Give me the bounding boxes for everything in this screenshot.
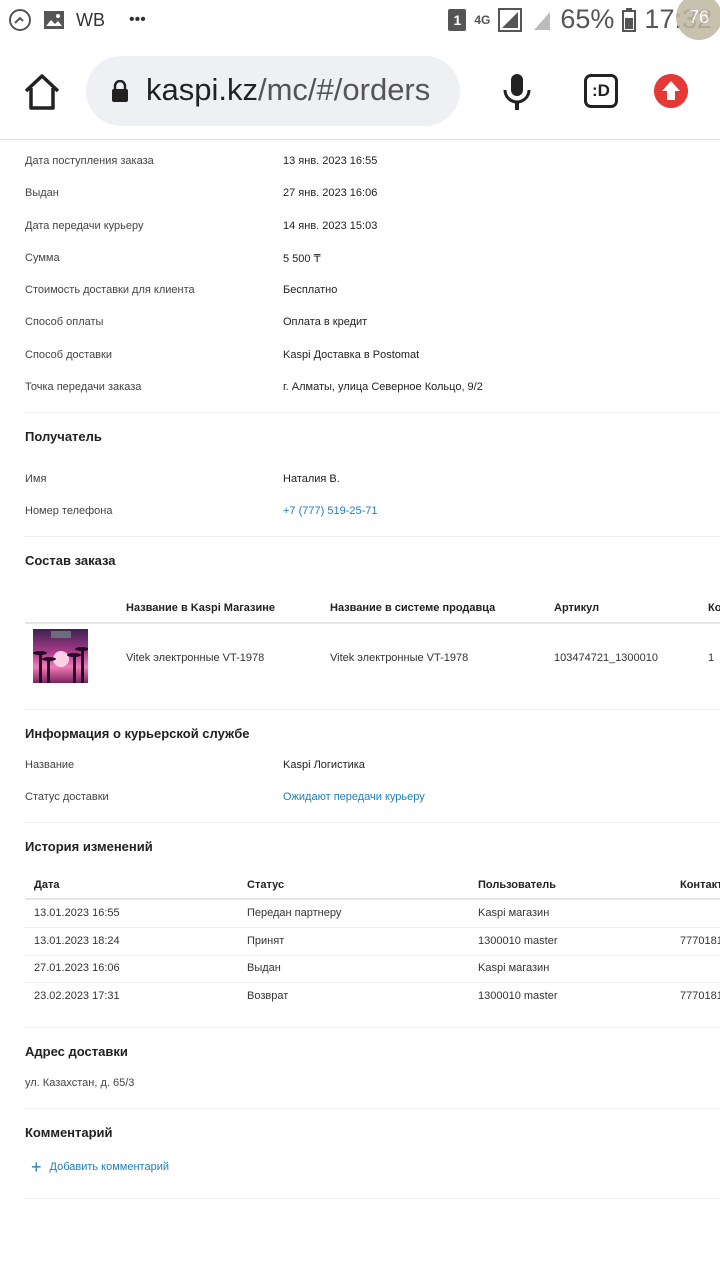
history-user: 1300010 master bbox=[478, 990, 558, 1002]
network-type: 4G bbox=[474, 12, 491, 27]
col-seller-name: Название в системе продавца bbox=[330, 602, 496, 614]
table-row-line bbox=[25, 955, 720, 956]
field-label: Способ оплаты bbox=[25, 316, 104, 328]
divider bbox=[25, 1198, 720, 1199]
field-value: 13 янв. 2023 16:55 bbox=[283, 155, 378, 167]
history-col-user: Пользователь bbox=[478, 879, 557, 891]
field-value: Оплата в кредит bbox=[283, 316, 368, 328]
browser-toolbar: kaspi.kz/mc/#/orders :D bbox=[0, 44, 720, 140]
field-label: Сумма bbox=[25, 252, 60, 264]
field-value: Kaspi Доставка в Postomat bbox=[283, 349, 420, 361]
history-date: 13.01.2023 18:24 bbox=[34, 935, 120, 947]
recipient-name-label: Имя bbox=[25, 473, 47, 485]
update-icon[interactable] bbox=[654, 74, 688, 108]
missed-call-icon bbox=[9, 9, 31, 31]
lock-icon[interactable] bbox=[110, 80, 130, 102]
courier-name-label: Название bbox=[25, 759, 75, 771]
field-label: Стоимость доставки для клиента bbox=[25, 284, 195, 296]
history-status: Возврат bbox=[247, 990, 289, 1002]
history-date: 23.02.2023 17:31 bbox=[34, 990, 120, 1002]
product-kaspi-name-link[interactable]: Vitek электронные VT-1978 bbox=[126, 652, 264, 664]
add-comment-label: Добавить комментарий bbox=[49, 1161, 169, 1173]
recipient-phone-label: Номер телефона bbox=[25, 505, 113, 517]
field-value: г. Алматы, улица Северное Кольцо, 9/2 bbox=[283, 381, 483, 393]
field-value: 5 500 ₸ bbox=[283, 253, 321, 265]
sim-icon: 1 bbox=[448, 8, 467, 31]
field-label: Точка передачи заказа bbox=[25, 381, 142, 393]
divider bbox=[25, 1027, 720, 1028]
courier-status-link[interactable]: Ожидают передачи курьеру bbox=[283, 791, 425, 803]
history-status: Принят bbox=[247, 935, 285, 947]
table-row-line bbox=[25, 982, 720, 983]
history-header-line bbox=[25, 898, 720, 900]
overlay-badge[interactable]: 76 bbox=[676, 0, 720, 40]
recipient-title: Получатель bbox=[25, 429, 102, 444]
divider bbox=[25, 822, 720, 823]
field-value: 27 янв. 2023 16:06 bbox=[283, 187, 378, 199]
address-bar[interactable]: kaspi.kz/mc/#/orders bbox=[86, 56, 460, 126]
add-comment-button[interactable]: + Добавить комментарий bbox=[31, 1157, 169, 1177]
composition-title: Состав заказа bbox=[25, 553, 116, 568]
history-col-status: Статус bbox=[247, 879, 285, 891]
order-details-page: Дата поступления заказа 13 янв. 2023 16:… bbox=[0, 141, 720, 1280]
field-label: Дата передачи курьеру bbox=[25, 220, 144, 232]
signal-icon bbox=[498, 7, 523, 32]
address-value: ул. Казахстан, д. 65/3 bbox=[25, 1077, 135, 1089]
history-status: Передан партнеру bbox=[247, 907, 342, 919]
history-date: 13.01.2023 16:55 bbox=[34, 907, 120, 919]
history-status: Выдан bbox=[247, 962, 281, 974]
table-row-line bbox=[25, 927, 720, 928]
history-user: Kaspi магазин bbox=[478, 962, 550, 974]
product-image[interactable] bbox=[33, 629, 88, 683]
recipient-phone-link[interactable]: +7 (777) 519-25-71 bbox=[283, 505, 377, 517]
history-user: Kaspi магазин bbox=[478, 907, 550, 919]
product-quantity: 1 bbox=[708, 652, 715, 664]
status-bar: WB ••• 1 4G 65% 17:32 76 bbox=[0, 0, 720, 44]
address-title: Адрес доставки bbox=[25, 1044, 128, 1059]
field-label: Выдан bbox=[25, 187, 59, 199]
home-icon[interactable] bbox=[22, 72, 62, 112]
history-date: 27.01.2023 16:06 bbox=[34, 962, 120, 974]
history-contact: 7770181 bbox=[680, 935, 720, 947]
col-article: Артикул bbox=[554, 602, 600, 614]
field-label: Дата поступления заказа bbox=[25, 155, 154, 167]
comment-title: Комментарий bbox=[25, 1125, 113, 1140]
app-label: WB bbox=[76, 9, 105, 30]
gallery-icon bbox=[44, 11, 64, 29]
battery-percent: 65% bbox=[560, 4, 615, 34]
signal-2-icon bbox=[534, 11, 551, 30]
divider bbox=[25, 536, 720, 537]
divider bbox=[25, 412, 720, 413]
courier-title: Информация о курьерской службе bbox=[25, 726, 250, 741]
courier-name: Kaspi Логистика bbox=[283, 759, 365, 771]
url-path: /mc/#/orders bbox=[257, 72, 431, 107]
field-value: 14 янв. 2023 15:03 bbox=[283, 220, 378, 232]
history-contact: 7770181 bbox=[680, 990, 720, 1002]
product-seller-name: Vitek электронные VT-1978 bbox=[330, 652, 469, 664]
history-user: 1300010 master bbox=[478, 935, 558, 947]
recipient-name: Наталия В. bbox=[283, 473, 340, 485]
field-value: Бесплатно bbox=[283, 284, 338, 296]
col-quantity: Ко bbox=[708, 602, 720, 614]
battery-icon bbox=[622, 7, 637, 32]
history-col-contact: Контакт bbox=[680, 879, 720, 891]
divider bbox=[25, 709, 720, 710]
microphone-icon[interactable] bbox=[500, 72, 534, 112]
url-host: kaspi.kz bbox=[146, 72, 258, 107]
more-notifications-icon: ••• bbox=[129, 11, 146, 28]
col-kaspi-name: Название в Kaspi Магазине bbox=[126, 602, 276, 614]
plus-icon: + bbox=[31, 1157, 42, 1177]
field-label: Способ доставки bbox=[25, 349, 112, 361]
courier-status-label: Статус доставки bbox=[25, 791, 109, 803]
table-header-line bbox=[25, 622, 720, 624]
history-col-date: Дата bbox=[34, 879, 60, 891]
url-text[interactable]: kaspi.kz/mc/#/orders bbox=[146, 72, 430, 108]
smiley-extension-icon[interactable]: :D bbox=[584, 74, 618, 108]
divider bbox=[25, 1108, 720, 1109]
history-title: История изменений bbox=[25, 839, 153, 854]
product-article: 103474721_1300010 bbox=[554, 652, 659, 664]
